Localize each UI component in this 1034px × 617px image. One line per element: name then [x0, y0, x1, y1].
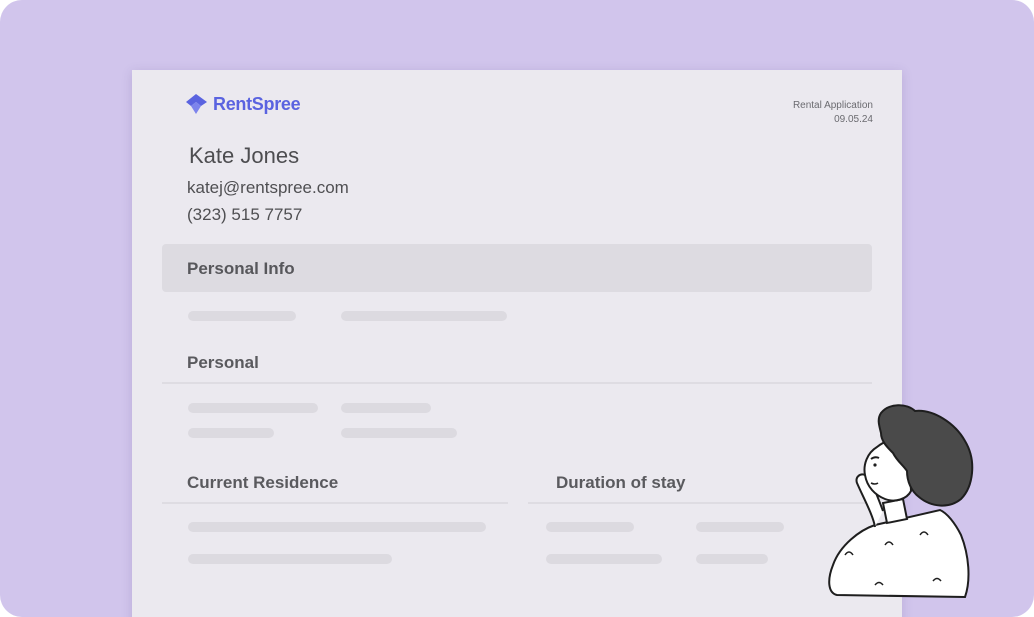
- placeholder-line: [696, 554, 768, 564]
- applicant-email: katej@rentspree.com: [187, 178, 349, 197]
- personal-heading: Personal: [187, 353, 259, 372]
- duration-of-stay-heading: Duration of stay: [556, 473, 686, 492]
- section-divider: [162, 382, 872, 384]
- placeholder-line: [546, 554, 662, 564]
- placeholder-line: [188, 522, 486, 532]
- background-frame: RentSpree Rental Application 09.05.24 Ka…: [0, 0, 1034, 617]
- personal-info-section-header: Personal Info: [162, 244, 872, 292]
- rentspree-logo: RentSpree: [185, 93, 301, 115]
- rentspree-logo-icon: [186, 94, 207, 114]
- thinking-woman-illustration: [828, 404, 974, 599]
- placeholder-line: [188, 403, 318, 413]
- placeholder-line: [341, 311, 507, 321]
- brand-name: RentSpree: [213, 93, 301, 114]
- current-residence-heading: Current Residence: [187, 473, 339, 492]
- document-type-label: Rental Application: [792, 100, 873, 111]
- section-divider: [162, 502, 508, 504]
- placeholder-line: [188, 311, 296, 321]
- applicant-name: Kate Jones: [189, 143, 300, 168]
- placeholder-line: [341, 428, 457, 438]
- placeholder-line: [341, 403, 431, 413]
- personal-info-heading: Personal Info: [187, 259, 295, 278]
- applicant-phone: (323) 515 7757: [187, 205, 303, 224]
- document-date: 09.05.24: [834, 114, 873, 125]
- placeholder-line: [546, 522, 634, 532]
- placeholder-line: [696, 522, 784, 532]
- placeholder-line: [188, 428, 274, 438]
- document-meta: Rental Application 09.05.24: [793, 99, 873, 127]
- rental-application-document: RentSpree Rental Application 09.05.24 Ka…: [132, 70, 902, 617]
- placeholder-line: [188, 554, 392, 564]
